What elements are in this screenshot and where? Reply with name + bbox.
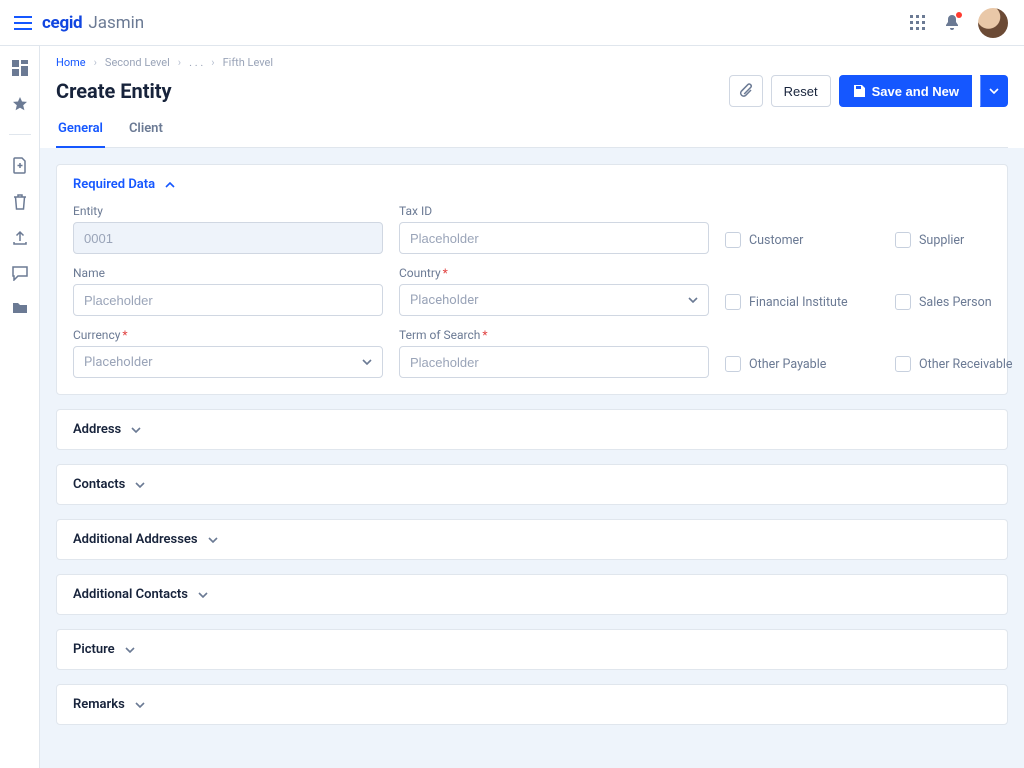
panel-picture-header[interactable]: Picture (57, 630, 1007, 669)
name-label: Name (73, 266, 383, 280)
logo: cegid Jasmin (42, 13, 144, 33)
panel-additional-addresses-title: Additional Addresses (73, 532, 198, 547)
tab-general[interactable]: General (56, 113, 105, 148)
dashboard-icon[interactable] (12, 60, 28, 76)
rail-divider (9, 134, 31, 135)
panel-contacts-title: Contacts (73, 477, 125, 492)
chevron-down-icon (135, 482, 145, 488)
panel-picture: Picture (56, 629, 1008, 670)
tabs: General Client (56, 113, 1008, 148)
logo-brand: cegid (42, 13, 82, 33)
folder-icon[interactable] (12, 301, 28, 314)
entity-field[interactable] (73, 222, 383, 254)
other-payable-checkbox[interactable]: Other Payable (725, 356, 855, 372)
chevron-down-icon (688, 297, 698, 303)
panel-address: Address (56, 409, 1008, 450)
supplier-checkbox[interactable]: Supplier (895, 232, 1024, 248)
panel-remarks-title: Remarks (73, 697, 125, 712)
attachment-button[interactable] (729, 75, 763, 107)
chevron-right-icon: › (94, 56, 97, 69)
chevron-down-icon (135, 702, 145, 708)
save-and-new-button[interactable]: Save and New (839, 75, 972, 107)
chevron-down-icon (989, 88, 999, 94)
chevron-down-icon (125, 647, 135, 653)
country-label: Country* (399, 266, 709, 280)
panel-remarks-header[interactable]: Remarks (57, 685, 1007, 724)
taxid-field[interactable] (399, 222, 709, 254)
panel-picture-title: Picture (73, 642, 115, 657)
page-title: Create Entity (56, 79, 729, 103)
bell-icon[interactable] (944, 14, 960, 32)
currency-select[interactable]: Placeholder (73, 346, 383, 378)
country-select[interactable]: Placeholder (399, 284, 709, 316)
save-icon (852, 84, 866, 98)
term-field[interactable] (399, 346, 709, 378)
tab-client[interactable]: Client (127, 113, 165, 148)
panel-required-data-header[interactable]: Required Data (57, 165, 1007, 204)
upload-icon[interactable] (12, 230, 28, 246)
reset-button[interactable]: Reset (771, 75, 831, 107)
trash-icon[interactable] (13, 194, 27, 210)
currency-label: Currency* (73, 328, 383, 342)
logo-product: Jasmin (88, 13, 144, 33)
chevron-right-icon: › (211, 56, 214, 69)
save-and-new-label: Save and New (872, 84, 959, 99)
panel-contacts-header[interactable]: Contacts (57, 465, 1007, 504)
taxid-label: Tax ID (399, 204, 709, 218)
comment-icon[interactable] (12, 266, 28, 281)
term-label: Term of Search* (399, 328, 709, 342)
panel-additional-contacts-title: Additional Contacts (73, 587, 188, 602)
panel-address-title: Address (73, 422, 121, 437)
panel-required-data-title: Required Data (73, 177, 155, 192)
name-field[interactable] (73, 284, 383, 316)
entity-label: Entity (73, 204, 383, 218)
save-dropdown-button[interactable] (980, 75, 1008, 107)
new-doc-icon[interactable] (13, 157, 27, 174)
breadcrumb-ellipsis: . . . (189, 56, 203, 69)
sales-person-checkbox[interactable]: Sales Person (895, 294, 1024, 310)
financial-institute-checkbox[interactable]: Financial Institute (725, 294, 855, 310)
breadcrumb-home[interactable]: Home (56, 56, 86, 69)
topbar: cegid Jasmin (0, 0, 1024, 46)
avatar[interactable] (978, 8, 1008, 38)
paperclip-icon (739, 83, 753, 99)
panel-additional-contacts-header[interactable]: Additional Contacts (57, 575, 1007, 614)
breadcrumb-second: Second Level (105, 56, 170, 69)
save-and-new-group: Save and New (839, 75, 1008, 107)
chevron-down-icon (208, 537, 218, 543)
main: Home › Second Level › . . . › Fifth Leve… (40, 46, 1024, 768)
panel-remarks: Remarks (56, 684, 1008, 725)
leftrail (0, 46, 40, 768)
notification-dot (956, 12, 962, 18)
menu-toggle[interactable] (14, 16, 32, 30)
apps-icon[interactable] (910, 15, 926, 31)
panel-required-data: Required Data Entity Tax ID (56, 164, 1008, 395)
breadcrumb: Home › Second Level › . . . › Fifth Leve… (56, 56, 1008, 69)
panel-address-header[interactable]: Address (57, 410, 1007, 449)
page-header: Home › Second Level › . . . › Fifth Leve… (40, 46, 1024, 148)
customer-checkbox[interactable]: Customer (725, 232, 855, 248)
panel-additional-addresses-header[interactable]: Additional Addresses (57, 520, 1007, 559)
panel-additional-contacts: Additional Contacts (56, 574, 1008, 615)
chevron-down-icon (131, 427, 141, 433)
content: Required Data Entity Tax ID (40, 148, 1024, 768)
panel-contacts: Contacts (56, 464, 1008, 505)
star-icon[interactable] (12, 96, 28, 112)
other-receivable-checkbox[interactable]: Other Receivable (895, 356, 1024, 372)
chevron-up-icon (165, 182, 175, 188)
breadcrumb-fifth: Fifth Level (223, 56, 273, 69)
chevron-down-icon (362, 359, 372, 365)
chevron-right-icon: › (178, 56, 181, 69)
panel-additional-addresses: Additional Addresses (56, 519, 1008, 560)
chevron-down-icon (198, 592, 208, 598)
